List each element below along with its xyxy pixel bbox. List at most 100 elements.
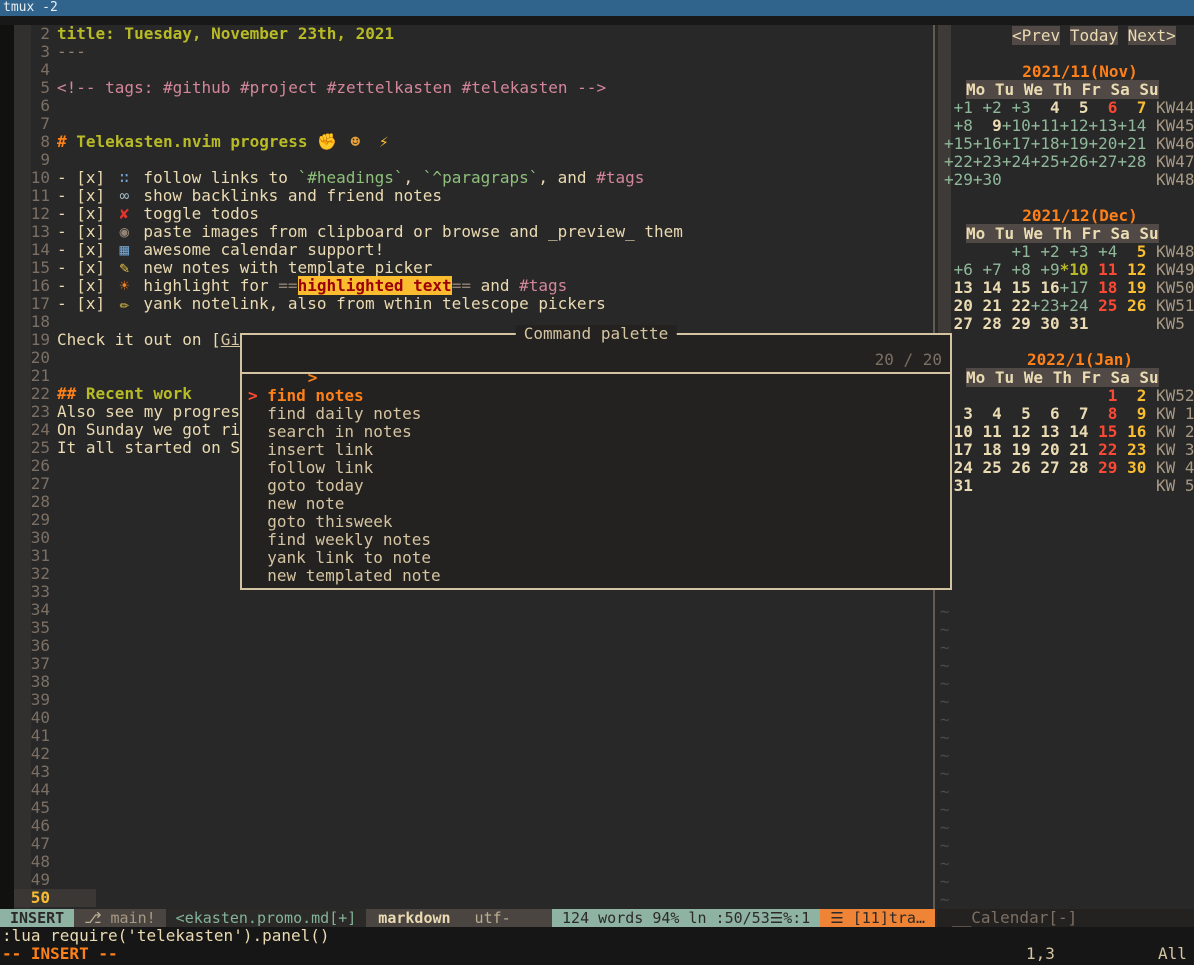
cmdline[interactable]: :lua require('telekasten').panel() — [2, 927, 330, 945]
calendar-day[interactable]: *10 — [1060, 260, 1089, 279]
calendar-day[interactable]: 13 — [944, 278, 973, 297]
calendar-day[interactable]: +25 — [1031, 152, 1060, 171]
calendar-day[interactable]: 16 — [1031, 278, 1060, 297]
calendar-day[interactable]: +17 — [1060, 278, 1089, 297]
calendar-day[interactable]: +16 — [973, 134, 1002, 153]
calendar-day[interactable]: +13 — [1089, 116, 1118, 135]
palette-item[interactable]: find daily notes — [248, 405, 944, 423]
calendar-day[interactable]: +21 — [1117, 134, 1146, 153]
today-button[interactable]: Today — [1070, 26, 1118, 45]
palette-item[interactable]: yank link to note — [248, 549, 944, 567]
palette-item[interactable]: insert link — [248, 441, 944, 459]
calendar-day[interactable]: 30 — [1117, 458, 1146, 477]
calendar-day[interactable]: 12 — [1002, 422, 1031, 441]
calendar-day[interactable]: +1 — [944, 98, 973, 117]
palette-item[interactable]: goto today — [248, 477, 944, 495]
calendar-day[interactable]: 15 — [1089, 422, 1118, 441]
calendar-day[interactable]: 4 — [1031, 98, 1060, 117]
calendar-day[interactable]: 5 — [1117, 242, 1146, 261]
prev-button[interactable]: <Prev — [1012, 26, 1060, 45]
calendar-day[interactable]: +15 — [944, 134, 973, 153]
calendar-day[interactable]: 21 — [1060, 440, 1089, 459]
calendar-day[interactable]: 5 — [1002, 404, 1031, 423]
calendar-day[interactable]: 11 — [1089, 260, 1118, 279]
calendar-day[interactable]: +28 — [1117, 152, 1146, 171]
calendar-day[interactable]: +27 — [1089, 152, 1118, 171]
calendar-day[interactable]: 16 — [1117, 422, 1146, 441]
calendar-day[interactable]: 21 — [973, 296, 1002, 315]
calendar-day[interactable]: 18 — [1089, 278, 1118, 297]
palette-prompt-input[interactable]: > 20 / 20 — [250, 351, 942, 369]
calendar-day[interactable]: +30 — [973, 170, 1002, 189]
calendar-day[interactable]: 6 — [1031, 404, 1060, 423]
calendar-day[interactable]: +3 — [1060, 242, 1089, 261]
calendar-day[interactable]: +19 — [1060, 134, 1089, 153]
calendar-day[interactable]: 19 — [1002, 440, 1031, 459]
calendar-day[interactable]: 13 — [1031, 422, 1060, 441]
calendar-day[interactable]: 29 — [1089, 458, 1118, 477]
next-button[interactable]: Next> — [1128, 26, 1176, 45]
calendar-day[interactable]: +24 — [1002, 152, 1031, 171]
palette-item[interactable]: find weekly notes — [248, 531, 944, 549]
calendar-day[interactable]: 18 — [973, 440, 1002, 459]
calendar-day[interactable]: 4 — [973, 404, 1002, 423]
calendar-day[interactable]: +4 — [1089, 242, 1118, 261]
calendar-day[interactable]: 27 — [944, 314, 973, 333]
palette-item[interactable]: new templated note — [248, 567, 944, 585]
palette-item[interactable]: search in notes — [248, 423, 944, 441]
calendar-day[interactable]: +29 — [944, 170, 973, 189]
calendar-day[interactable]: +6 — [944, 260, 973, 279]
calendar-day[interactable]: 26 — [1117, 296, 1146, 315]
calendar-day[interactable]: 22 — [1089, 440, 1118, 459]
calendar-day[interactable]: 19 — [1117, 278, 1146, 297]
calendar-day[interactable]: +20 — [1089, 134, 1118, 153]
calendar-day[interactable]: 25 — [973, 458, 1002, 477]
calendar-day[interactable]: +17 — [1002, 134, 1031, 153]
calendar-day[interactable]: 8 — [1089, 404, 1118, 423]
calendar-day[interactable]: 7 — [1060, 404, 1089, 423]
calendar-day[interactable]: +24 — [1060, 296, 1089, 315]
calendar-day[interactable]: 2 — [1117, 386, 1146, 405]
calendar-day[interactable]: +12 — [1060, 116, 1089, 135]
calendar-day[interactable]: +23 — [973, 152, 1002, 171]
calendar-day[interactable]: +23 — [1031, 296, 1060, 315]
calendar-day[interactable]: 23 — [1117, 440, 1146, 459]
calendar-day[interactable]: 15 — [1002, 278, 1031, 297]
palette-item[interactable]: > find notes — [248, 387, 944, 405]
calendar-day[interactable]: +2 — [973, 98, 1002, 117]
calendar-day[interactable]: +1 — [1002, 242, 1031, 261]
calendar-day[interactable]: 1 — [1089, 386, 1118, 405]
calendar-day[interactable]: 9 — [1117, 404, 1146, 423]
calendar-day[interactable]: 5 — [1060, 98, 1089, 117]
calendar-day[interactable]: +18 — [1031, 134, 1060, 153]
calendar-day[interactable]: 7 — [1117, 98, 1146, 117]
calendar-day[interactable]: 31 — [1060, 314, 1089, 333]
calendar-day[interactable]: +14 — [1117, 116, 1146, 135]
calendar-day[interactable]: 6 — [1089, 98, 1118, 117]
calendar-day[interactable]: +7 — [973, 260, 1002, 279]
calendar-day[interactable]: 11 — [973, 422, 1002, 441]
calendar-day[interactable]: 20 — [1031, 440, 1060, 459]
calendar-day[interactable]: +26 — [1060, 152, 1089, 171]
palette-item[interactable]: goto thisweek — [248, 513, 944, 531]
calendar-day[interactable]: 26 — [1002, 458, 1031, 477]
calendar-day[interactable]: 12 — [1117, 260, 1146, 279]
calendar-day[interactable]: +10 — [1002, 116, 1031, 135]
calendar-day[interactable]: 28 — [1060, 458, 1089, 477]
calendar-day[interactable]: 25 — [1089, 296, 1118, 315]
calendar-day[interactable]: +22 — [944, 152, 973, 171]
calendar-day[interactable]: +8 — [1002, 260, 1031, 279]
calendar-day[interactable]: +2 — [1031, 242, 1060, 261]
calendar-day[interactable]: 9 — [973, 116, 1002, 135]
palette-item[interactable]: new note — [248, 495, 944, 513]
palette-item[interactable]: follow link — [248, 459, 944, 477]
calendar-day[interactable]: 30 — [1031, 314, 1060, 333]
calendar-day[interactable]: +8 — [944, 116, 973, 135]
calendar-day[interactable]: +3 — [1002, 98, 1031, 117]
calendar-day[interactable]: 20 — [944, 296, 973, 315]
calendar-day[interactable]: +11 — [1031, 116, 1060, 135]
calendar-day[interactable]: 28 — [973, 314, 1002, 333]
calendar-day[interactable]: 14 — [1060, 422, 1089, 441]
calendar-day[interactable]: 29 — [1002, 314, 1031, 333]
calendar-day[interactable]: 22 — [1002, 296, 1031, 315]
